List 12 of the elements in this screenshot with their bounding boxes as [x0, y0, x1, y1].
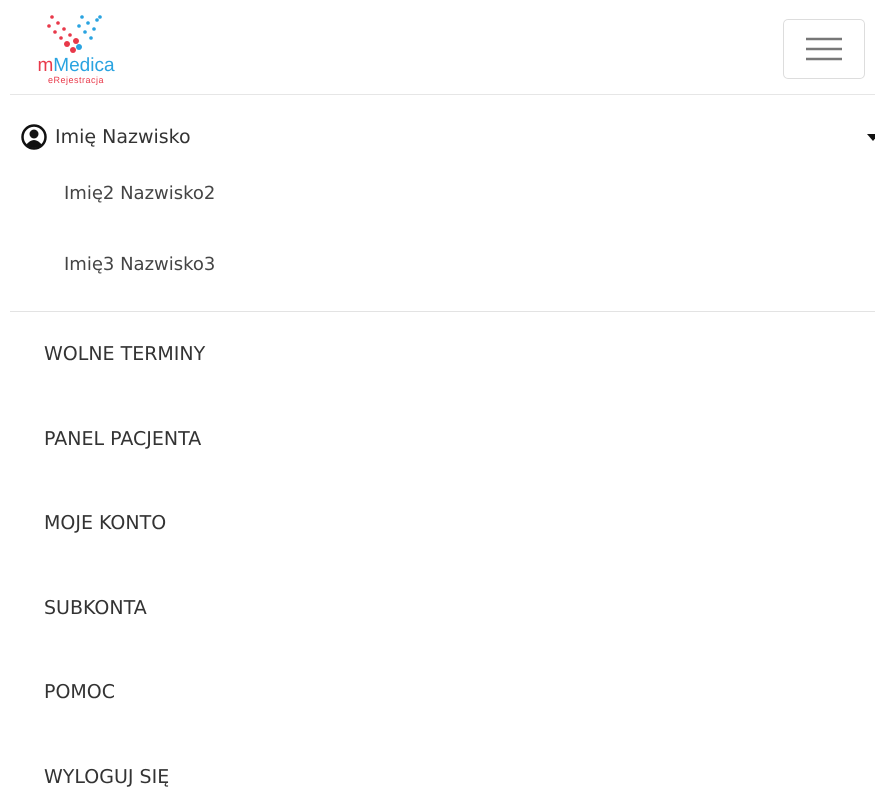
nav-link[interactable]: WOLNE TERMINY — [0, 312, 875, 396]
menu-icon — [806, 35, 842, 63]
logo-name: mMedica — [37, 56, 115, 75]
nav-link[interactable]: PANEL PACJENTA — [0, 396, 875, 481]
account-link[interactable]: Imię3 Nazwisko3 — [0, 238, 875, 309]
logo-subtitle: eRejestracja — [48, 75, 104, 85]
user-icon — [21, 124, 47, 150]
nav-link[interactable]: SUBKONTA — [0, 566, 875, 650]
nav-link[interactable]: MOJE KONTO — [0, 481, 875, 566]
nav-link[interactable]: POMOC — [0, 650, 875, 734]
nav-link[interactable]: WYLOGUJ SIĘ — [0, 734, 875, 803]
menu-button[interactable] — [783, 19, 865, 79]
